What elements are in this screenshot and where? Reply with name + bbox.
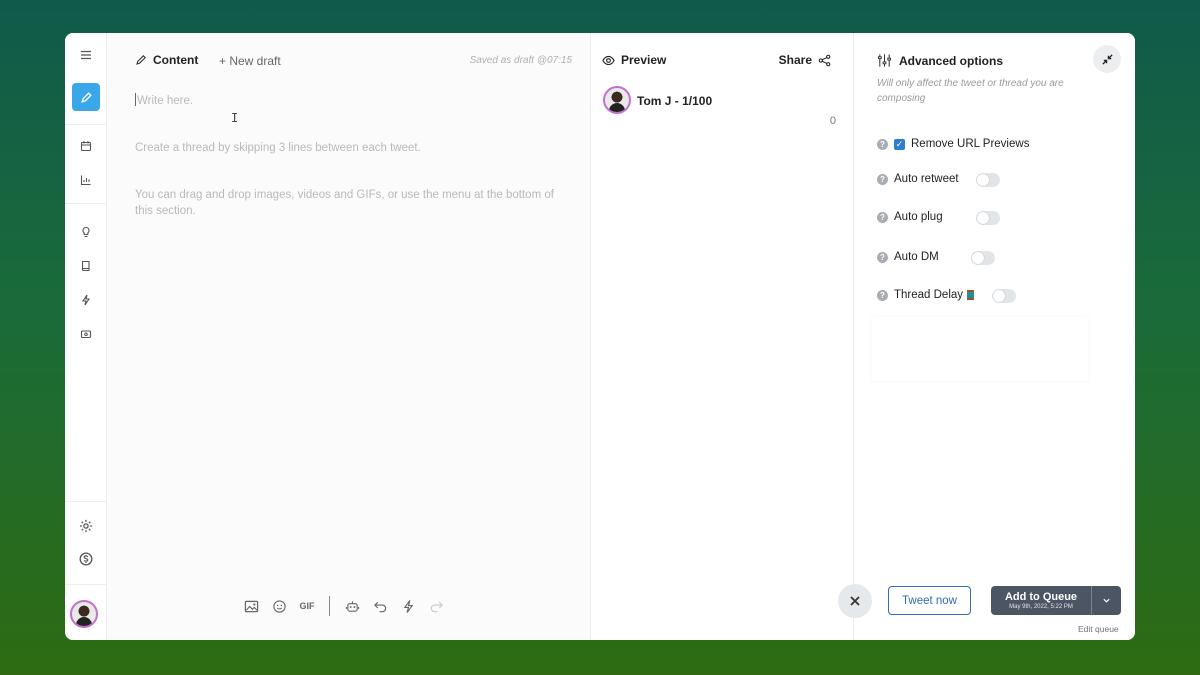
lightbulb-icon[interactable] [72, 218, 100, 246]
redo-icon[interactable] [422, 594, 450, 618]
thread-spool-icon [967, 290, 975, 300]
tweet-now-button[interactable]: Tweet now [888, 586, 971, 615]
content-header: Content [135, 53, 198, 67]
auto-dm-toggle[interactable] [971, 251, 995, 265]
lightning-icon[interactable] [394, 594, 422, 618]
queue-date: May 9th, 2022, 5:22 PM [1009, 604, 1073, 610]
book-icon[interactable] [72, 252, 100, 280]
edit-queue-link[interactable]: Edit queue [1078, 624, 1119, 634]
option-label: Thread Delay [894, 289, 964, 301]
dollar-card-icon[interactable] [72, 320, 100, 348]
chevron-down-icon [1103, 598, 1110, 603]
eye-icon [602, 55, 615, 65]
advanced-header: Advanced options [877, 53, 1003, 68]
queue-dropdown-button[interactable] [1092, 586, 1121, 615]
add-to-queue-label: Add to Queue [1004, 591, 1078, 603]
editor-toolbar: GIF [237, 594, 450, 618]
option-auto-dm: ? Auto DM [877, 251, 939, 263]
help-icon[interactable]: ? [877, 173, 888, 185]
close-button[interactable] [838, 584, 872, 618]
image-icon[interactable] [237, 594, 265, 618]
preview-header: Preview [602, 53, 666, 67]
lightning-icon[interactable] [72, 286, 100, 314]
add-to-queue-button[interactable]: Add to Queue May 9th, 2022, 5:22 PM [991, 586, 1092, 615]
placeholder-drag-drop-hint: You can drag and drop images, videos and… [135, 189, 554, 217]
undo-icon[interactable] [366, 594, 394, 618]
sliders-icon [877, 54, 892, 67]
option-label: Auto DM [894, 251, 939, 263]
option-remove-url-previews: ? ✓ Remove URL Previews [877, 138, 1029, 150]
help-icon[interactable]: ? [877, 138, 888, 150]
sidebar-divider [65, 584, 107, 585]
user-avatar[interactable] [70, 600, 98, 628]
placeholder-thread-hint: Create a thread by skipping 3 lines betw… [135, 142, 421, 154]
sidebar-divider [65, 203, 107, 204]
pencil-icon [136, 55, 146, 65]
toolbar-separator [329, 596, 330, 616]
emoji-icon[interactable] [265, 594, 293, 618]
advanced-title: Advanced options [899, 53, 1004, 68]
option-auto-plug: ? Auto plug [877, 211, 943, 223]
auto-plug-toggle[interactable] [976, 211, 1000, 225]
option-label: Remove URL Previews [911, 138, 1030, 150]
preview-author: Tom J - 1/100 [637, 94, 713, 108]
auto-retweet-toggle[interactable] [976, 173, 1000, 187]
ibeam-cursor-icon: I [231, 111, 239, 125]
collapse-arrows-icon [1101, 53, 1113, 65]
analytics-icon[interactable] [72, 166, 100, 194]
sidebar [65, 33, 107, 640]
app-window: Content + New draft Saved as draft @07:1… [65, 33, 1135, 640]
preview-title: Preview [621, 53, 667, 67]
option-auto-retweet: ? Auto retweet [877, 173, 959, 185]
content-panel: Content + New draft Saved as draft @07:1… [107, 33, 591, 640]
billing-dollar-icon[interactable] [72, 545, 100, 573]
remove-url-previews-checkbox[interactable]: ✓ [894, 138, 905, 150]
placeholder-write-here: Write here. [137, 95, 194, 107]
share-button[interactable]: Share [779, 53, 831, 67]
character-count: 0 [829, 115, 836, 127]
share-label: Share [778, 53, 812, 67]
calendar-icon[interactable] [72, 132, 100, 160]
gif-button[interactable]: GIF [293, 594, 321, 618]
settings-gear-icon[interactable] [72, 512, 100, 540]
saved-status: Saved as draft @07:15 [469, 55, 572, 66]
sidebar-divider [65, 124, 107, 125]
new-draft-link[interactable]: + New draft [219, 54, 281, 68]
thread-delay-toggle[interactable] [992, 289, 1016, 303]
option-label: Auto retweet [894, 173, 959, 185]
advanced-subtitle: Will only affect the tweet or thread you… [877, 78, 1064, 104]
menu-icon[interactable] [72, 41, 100, 69]
advanced-options-panel: Advanced options Will only affect the tw… [838, 33, 1135, 640]
robot-icon[interactable] [338, 594, 366, 618]
collapse-button[interactable] [1093, 45, 1121, 73]
option-thread-delay: ? Thread Delay [877, 289, 975, 301]
add-to-queue-button-group: Add to Queue May 9th, 2022, 5:22 PM [991, 586, 1121, 615]
text-caret [135, 93, 136, 106]
preview-avatar [603, 86, 631, 114]
compose-icon[interactable] [72, 83, 100, 111]
help-icon[interactable]: ? [877, 251, 888, 263]
option-label: Auto plug [894, 211, 943, 223]
help-icon[interactable]: ? [877, 211, 888, 223]
close-icon [850, 596, 860, 606]
tweet-editor[interactable]: Write here. Create a thread by skipping … [135, 93, 565, 250]
share-icon [818, 54, 831, 66]
content-title: Content [153, 53, 199, 67]
preview-panel: Preview Share Tom J - 1/100 0 [591, 33, 854, 640]
sidebar-divider [65, 501, 107, 502]
help-icon[interactable]: ? [877, 289, 888, 301]
options-blank-area [872, 317, 1088, 381]
